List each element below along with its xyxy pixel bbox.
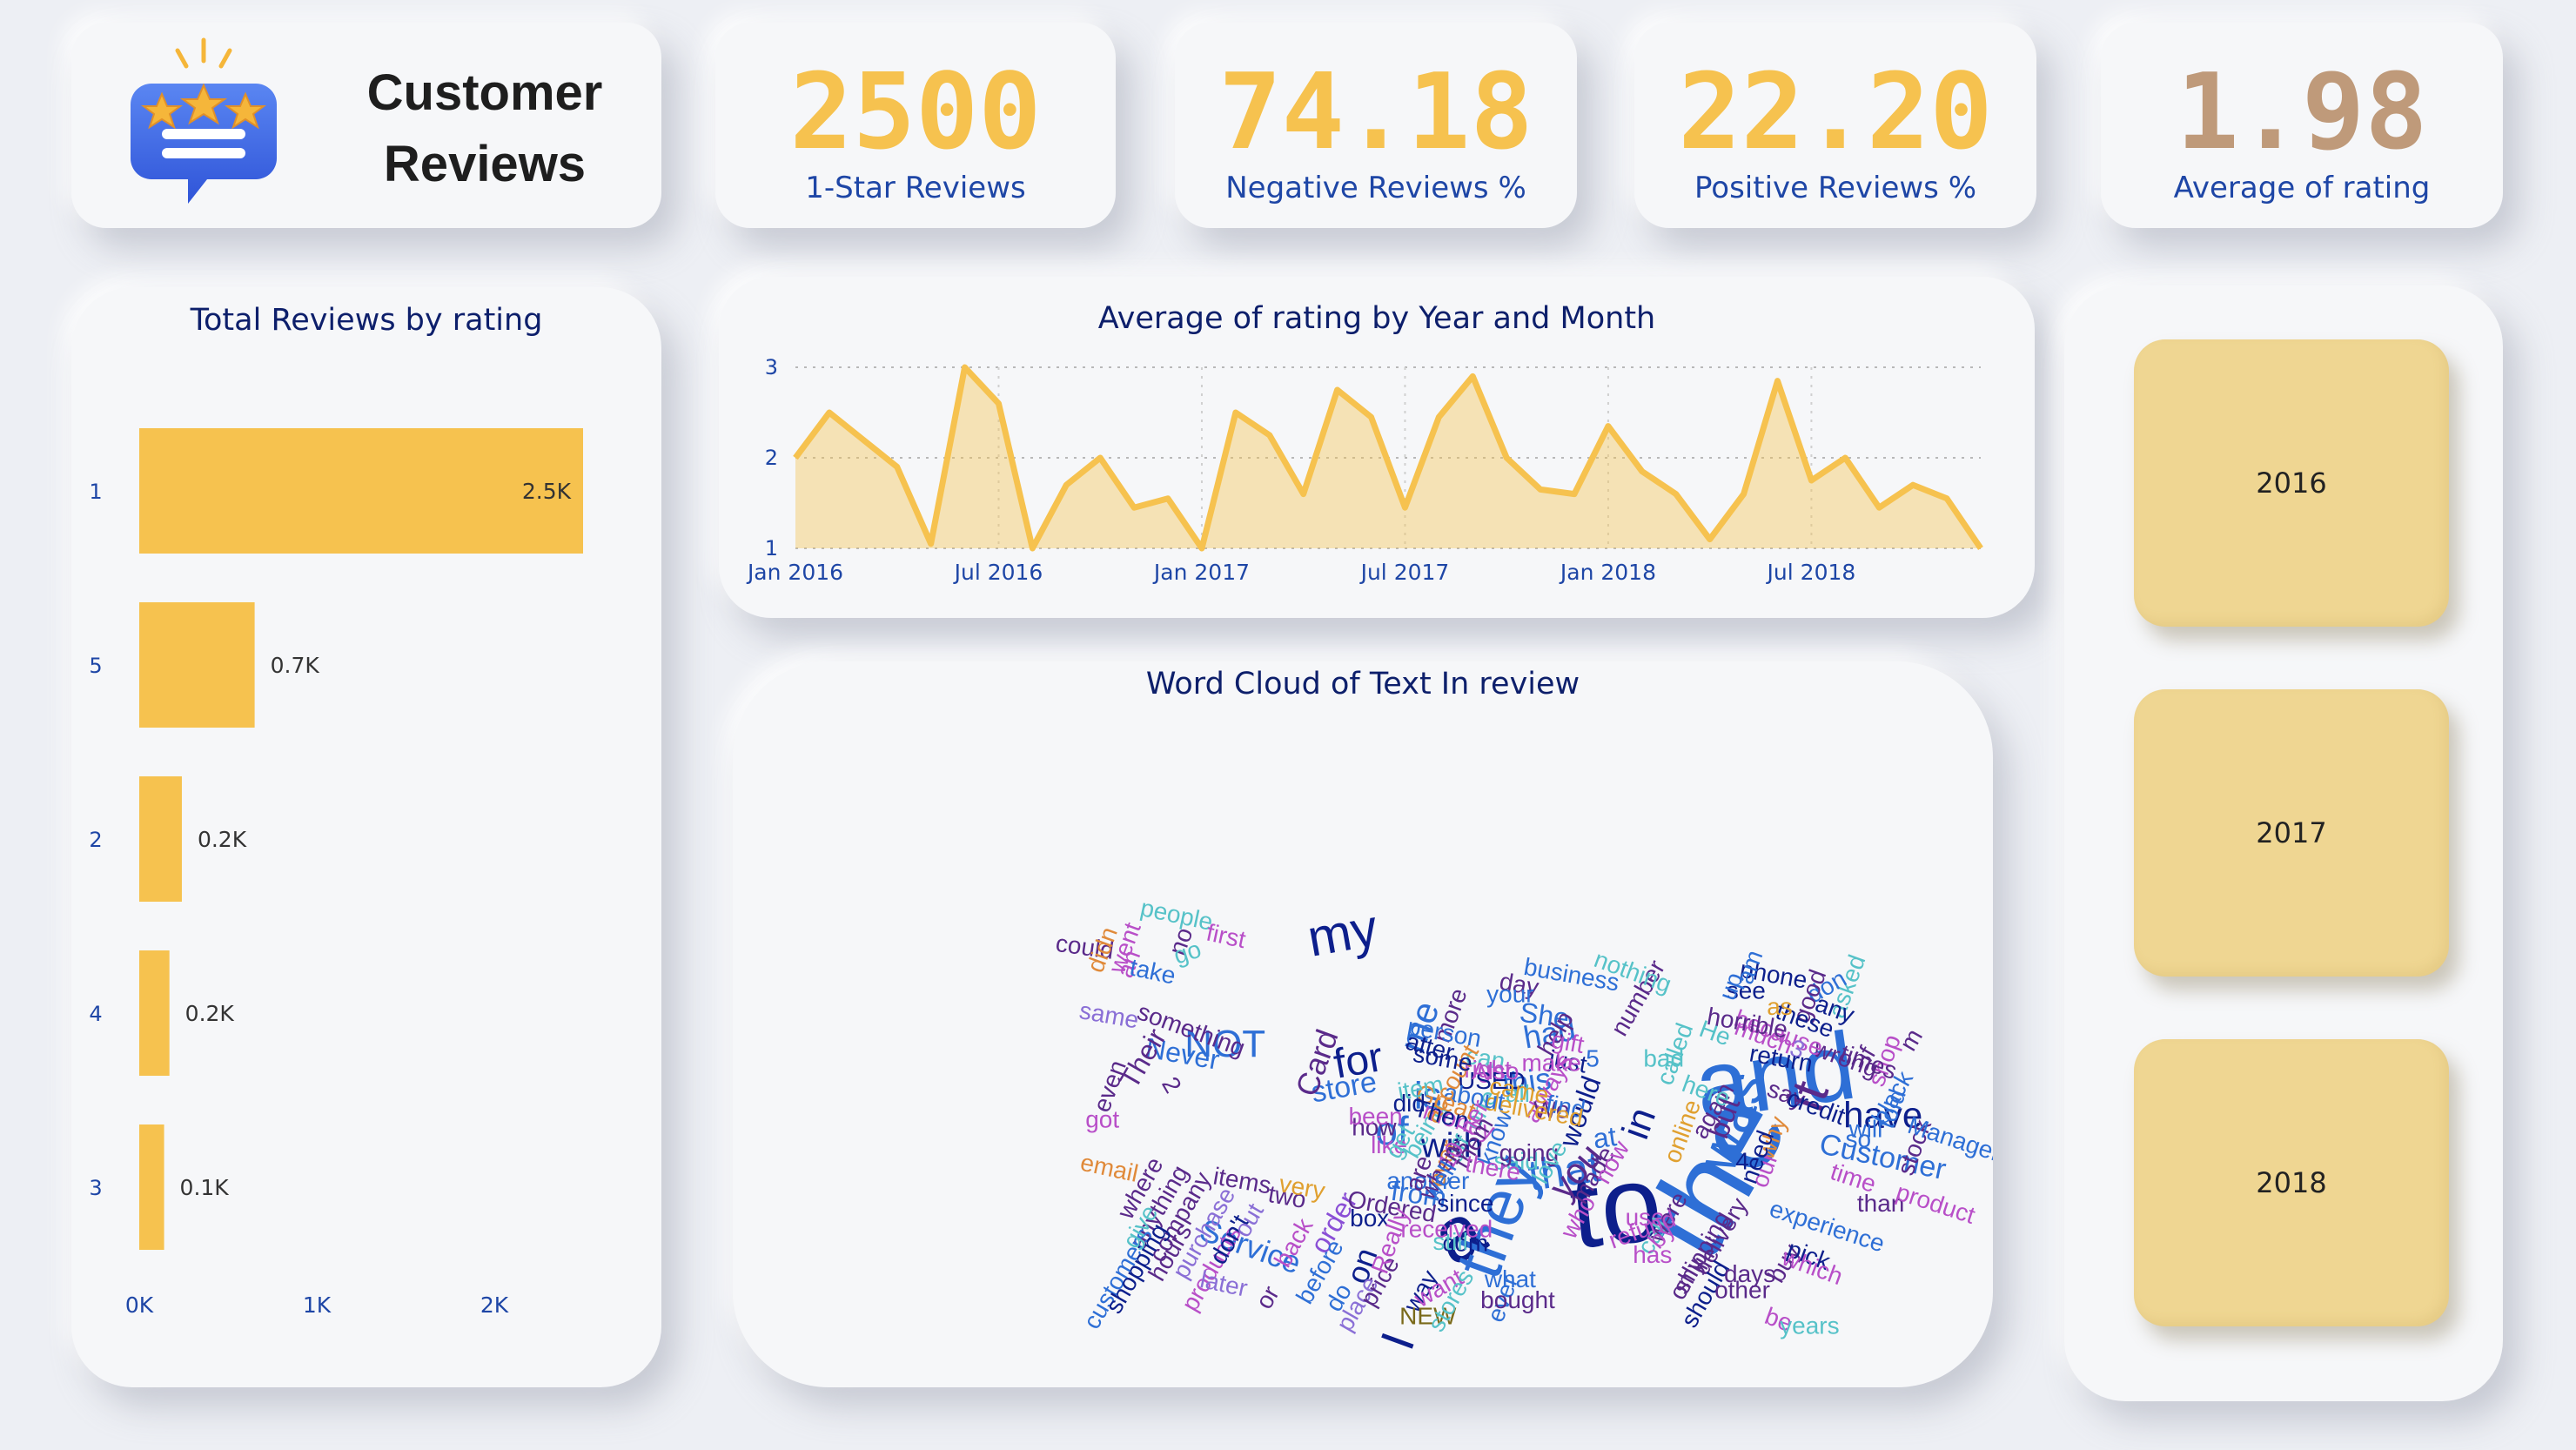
bar-category-label: 4 — [89, 1002, 102, 1026]
word-cloud-word: same — [1077, 997, 1141, 1033]
bar-data-label: 0.2K — [185, 1001, 235, 1026]
word-cloud-word: first — [1204, 919, 1249, 954]
x-tick-label: Jul 2017 — [1359, 560, 1450, 585]
word-cloud-word: 5 — [1586, 1044, 1600, 1071]
x-tick-label: 1K — [303, 1292, 332, 1318]
word-cloud-word: I — [1370, 1326, 1425, 1357]
bar-chart-panel: Total Reviews by rating 1 2.5K 5 0.7K 2 0.2K 4… — [71, 287, 661, 1387]
page-title-line1: Customer — [366, 64, 603, 121]
word-cloud: theandtoatheymyitwasIthatNOT foris haveino… — [1054, 894, 1993, 1357]
year-label: 2016 — [2256, 467, 2327, 500]
page-title-line2: Reviews — [383, 136, 587, 192]
kpi-value: 1.98 — [2176, 52, 2428, 173]
x-tick-label: Jan 2016 — [746, 560, 843, 585]
bar — [139, 428, 583, 554]
bar — [139, 602, 255, 728]
title-card: Customer Reviews — [71, 23, 661, 228]
line-chart: 1 2 3 Jan 2016 Jul 2016 Jan 2017 Jul 2017 Jan 2… — [746, 355, 1983, 585]
word-cloud-word: take — [1127, 953, 1177, 989]
word-cloud-word: got — [1085, 1106, 1119, 1133]
x-tick-label: Jan 2018 — [1559, 560, 1656, 585]
word-cloud-word: product — [1893, 1178, 1979, 1229]
kpi-card-positive-reviews: 22.20 Positive Reviews % — [1634, 23, 2036, 228]
bar-category-label: 1 — [89, 480, 102, 504]
kpi-label: 1-Star Reviews — [805, 171, 1026, 205]
line-chart-panel: Average of rating by Year and Month 123J… — [719, 277, 2035, 618]
bar — [139, 1124, 164, 1250]
year-slicer-panel: 2016 2017 2018 — [2064, 285, 2503, 1401]
bar — [139, 776, 182, 902]
kpi-label: Average of rating — [2173, 171, 2431, 205]
kpi-value: 74.18 — [1218, 52, 1533, 173]
x-tick-label: 2K — [480, 1292, 509, 1318]
y-tick-label: 2 — [765, 446, 778, 470]
x-tick-label: 0K — [125, 1292, 154, 1318]
chat-bubble-with-stars-icon — [131, 37, 277, 204]
bar-category-label: 3 — [89, 1176, 102, 1200]
word-cloud-panel: Word Cloud of Text In review the and to a th… — [733, 661, 1993, 1387]
x-tick-label: Jul 2018 — [1766, 560, 1856, 585]
kpi-label: Negative Reviews % — [1225, 171, 1526, 205]
x-tick-label: Jan 2017 — [1152, 560, 1250, 585]
word-cloud-word: years — [1780, 1312, 1839, 1339]
word-cloud-word: 2 — [1157, 1072, 1187, 1098]
year-button-2017[interactable]: 2017 — [2134, 689, 2449, 977]
bar-chart: 1 2.5K 5 0.7K 2 0.2K 4 0.2K 3 0.1K 0K 1K 2K — [89, 428, 583, 1318]
word-cloud-word: my — [1303, 898, 1381, 968]
word-cloud-word: make — [1521, 1049, 1580, 1076]
kpi-card-negative-reviews: 74.18 Negative Reviews % — [1175, 23, 1577, 228]
year-button-2018[interactable]: 2018 — [2134, 1039, 2449, 1326]
y-tick-label: 3 — [765, 355, 778, 379]
word-cloud-word: or — [1251, 1281, 1285, 1313]
kpi-card-1-star-reviews: 2500 1-Star Reviews — [715, 23, 1116, 228]
kpi-value: 22.20 — [1678, 52, 1993, 173]
word-cloud-word: your — [1486, 980, 1533, 1007]
kpi-card-average-rating: 1.98 Average of rating — [2101, 23, 2503, 228]
bar-data-label: 0.1K — [180, 1175, 230, 1200]
kpi-label: Positive Reviews % — [1694, 171, 1976, 205]
x-tick-label: Jul 2016 — [953, 560, 1043, 585]
bar-data-label: 0.7K — [271, 653, 320, 678]
page-title: Customer Reviews — [324, 57, 646, 200]
bar-category-label: 2 — [89, 828, 102, 852]
year-button-2016[interactable]: 2016 — [2134, 339, 2449, 627]
bar-data-label: 0.2K — [198, 827, 247, 852]
word-cloud-word: bad — [1643, 1044, 1684, 1071]
word-cloud-word: 4 — [1735, 1148, 1749, 1175]
year-label: 2018 — [2256, 1166, 2327, 1199]
bar — [139, 950, 170, 1076]
year-label: 2017 — [2256, 816, 2327, 849]
word-cloud-word: bought — [1480, 1286, 1555, 1313]
word-cloud-word: in — [1614, 1102, 1665, 1145]
y-tick-label: 1 — [765, 536, 778, 561]
kpi-value: 2500 — [789, 52, 1042, 173]
bar-data-label: 2.5K — [522, 479, 572, 504]
bar-category-label: 5 — [89, 654, 102, 678]
